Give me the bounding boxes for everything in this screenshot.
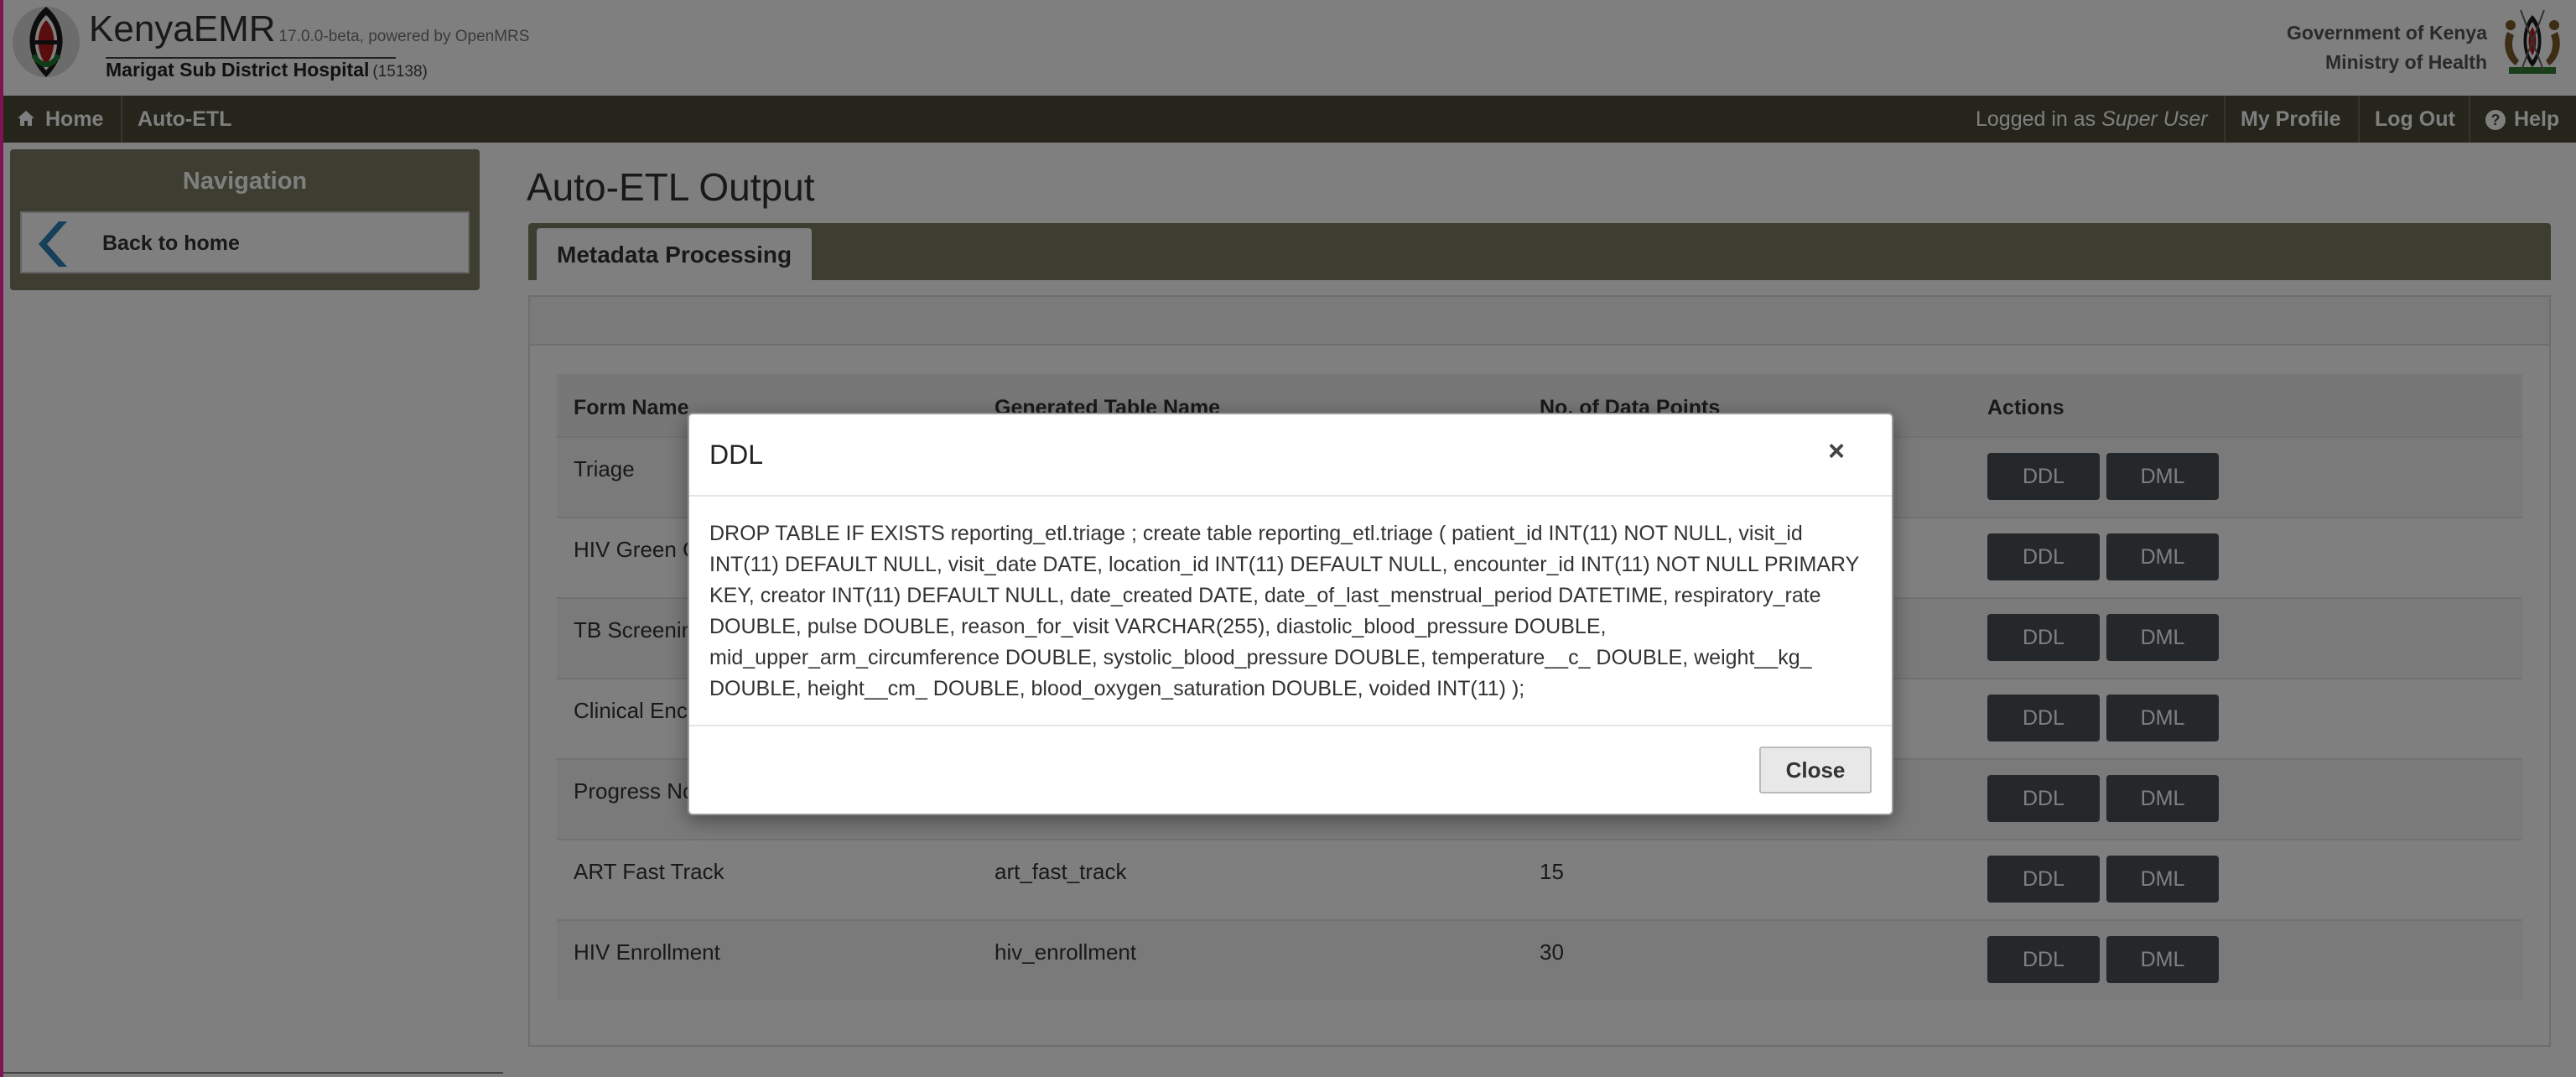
modal-divider	[689, 725, 1892, 726]
close-icon[interactable]: ×	[1820, 434, 1853, 468]
ddl-modal-dialog: DDL × DROP TABLE IF EXISTS reporting_etl…	[688, 413, 1893, 815]
window-edge-accent	[0, 0, 3, 1077]
close-button[interactable]: Close	[1759, 747, 1872, 793]
modal-title: DDL	[709, 440, 764, 470]
ddl-sql-text: DROP TABLE IF EXISTS reporting_etl.triag…	[709, 522, 1859, 700]
modal-divider	[689, 495, 1892, 497]
